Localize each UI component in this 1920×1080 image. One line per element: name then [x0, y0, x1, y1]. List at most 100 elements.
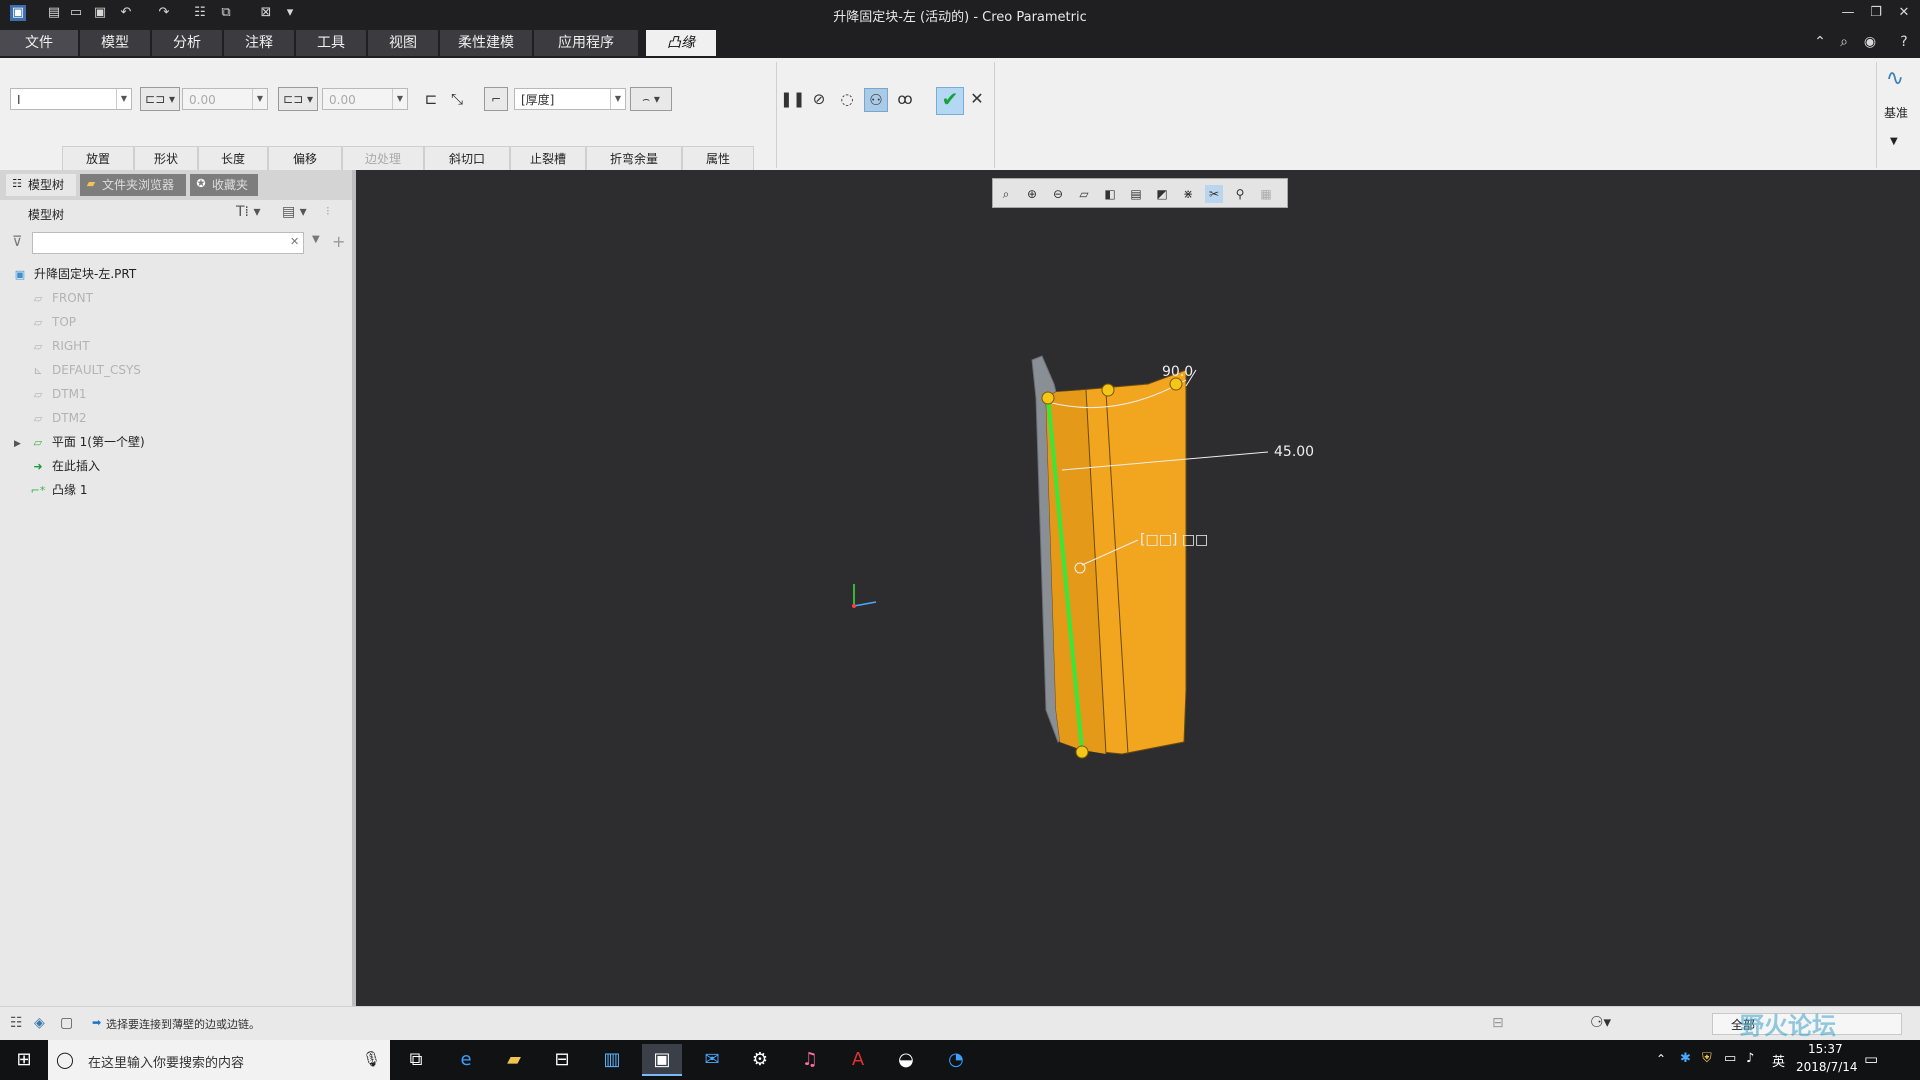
tab-model-tree[interactable]: ☷ 模型树 [6, 174, 76, 196]
repaint-icon[interactable]: ▱ [1075, 185, 1093, 203]
tab-shape[interactable]: 形状 [134, 146, 198, 170]
qq-browser-icon[interactable]: ◔ [936, 1044, 976, 1076]
model-canvas[interactable] [356, 170, 1920, 1006]
creo-icon[interactable]: ▣ [642, 1044, 682, 1076]
verify-icon[interactable]: ⚇ [864, 88, 888, 112]
tab-edge-treatment[interactable]: 边处理 [342, 146, 424, 170]
zoom-in-icon[interactable]: ⊕ [1023, 185, 1041, 203]
find-icon[interactable]: ⚆▾ [1590, 1013, 1611, 1031]
cancel-feature-icon[interactable]: ⊘ [808, 88, 830, 110]
edge-icon[interactable]: e [446, 1044, 486, 1076]
tab-folder-browser[interactable]: ▰ 文件夹浏览器 [80, 174, 186, 196]
settings-icon[interactable]: ▤ ▾ [282, 204, 307, 220]
pause-icon[interactable]: ❚❚ [780, 88, 805, 110]
preview-icon[interactable]: ◌ [836, 88, 858, 110]
tab-flange[interactable]: 凸缘 [646, 30, 716, 56]
tab-file[interactable]: 文件 [0, 30, 78, 56]
help-icon[interactable]: ? [1894, 32, 1914, 52]
tab-miter-cut[interactable]: 斜切口 [424, 146, 510, 170]
chevron-down-icon[interactable]: ▼ [312, 234, 320, 245]
angle-dimension[interactable]: 90.0 [1162, 364, 1193, 380]
datum-display-icon[interactable]: ⋇ [1179, 185, 1197, 203]
tree-search-input[interactable] [32, 232, 304, 254]
tab-placement[interactable]: 放置 [62, 146, 134, 170]
tree-item-planar-wall[interactable]: ▶ ▱ 平面 1(第一个壁) [14, 432, 145, 452]
ime-indicator[interactable]: 英 [1772, 1051, 1785, 1070]
chevron-down-icon[interactable]: ▼ [1890, 136, 1898, 147]
spin-center-icon[interactable]: ✂ [1205, 185, 1223, 203]
task-view-icon[interactable]: ⧉ [396, 1044, 436, 1076]
clear-icon[interactable]: ✕ [290, 235, 299, 248]
search-icon[interactable]: ⌕ [1834, 32, 1854, 52]
media-icon[interactable]: ◒ [886, 1044, 926, 1076]
orient-icon[interactable]: ◧ [1101, 185, 1119, 203]
volume-icon[interactable]: ♪ [1746, 1051, 1754, 1066]
file-explorer-icon[interactable]: ▰ [494, 1044, 534, 1076]
mail-icon[interactable]: ✉ [692, 1044, 732, 1076]
expand-icon[interactable]: ▶ [14, 434, 26, 454]
tab-analysis[interactable]: 分析 [152, 30, 222, 56]
drag-handle[interactable] [1101, 383, 1115, 397]
flip-direction-icon[interactable]: ⤡ [446, 88, 468, 110]
browser-icon[interactable]: ◈ [34, 1015, 45, 1031]
bluetooth-icon[interactable]: ✱ [1680, 1051, 1691, 1066]
display-style-icon[interactable]: ◩ [1153, 185, 1171, 203]
ok-icon[interactable]: ✔ [936, 87, 964, 115]
clock-date[interactable]: 2018/7/14 [1796, 1060, 1858, 1074]
cancel-icon[interactable]: ✕ [966, 88, 988, 110]
tab-length[interactable]: 长度 [198, 146, 268, 170]
tray-expand-icon[interactable]: ⌃ [1656, 1052, 1666, 1066]
appearance-icon[interactable]: ▦ [1257, 185, 1275, 203]
tab-annotate[interactable]: 注释 [224, 30, 294, 56]
drag-handle[interactable] [1075, 745, 1089, 759]
minimize-icon[interactable]: — [1838, 4, 1858, 22]
taskbar-search-box[interactable]: ◯ 在这里输入你要搜索的内容 🎙 [48, 1040, 390, 1080]
restore-icon[interactable]: ❐ [1866, 4, 1886, 22]
store-icon[interactable]: ⊟ [542, 1044, 582, 1076]
length1-field[interactable]: 0.00 ▼ [182, 88, 268, 110]
bend-radius-side-button[interactable]: ⌢ ▾ [630, 87, 672, 111]
length-dimension[interactable]: 45.00 [1274, 444, 1314, 460]
clock-time[interactable]: 15:37 [1808, 1042, 1843, 1056]
acrobat-icon[interactable]: A [838, 1044, 878, 1076]
zoom-out-icon[interactable]: ⊖ [1049, 185, 1067, 203]
microphone-icon[interactable]: 🎙 [362, 1050, 381, 1068]
annotation-display-icon[interactable]: ⚲ [1231, 185, 1249, 203]
refit-icon[interactable]: ⌕ [997, 185, 1015, 203]
tab-properties[interactable]: 属性 [682, 146, 754, 170]
tab-relief[interactable]: 止裂槽 [510, 146, 586, 170]
settings-gear-icon[interactable]: ⚙ [740, 1044, 780, 1076]
length-type-button[interactable]: ⊏⊐ ▾ [140, 87, 180, 111]
network-icon[interactable]: ▭ [1724, 1051, 1736, 1066]
show-icon[interactable]: ⁝ [326, 204, 330, 218]
tree-item-flange[interactable]: ⌐* 凸缘 1 [30, 480, 88, 500]
shield-icon[interactable]: ⛨ [1702, 1051, 1712, 1066]
tree-item-dtm1[interactable]: ▱ DTM1 [30, 384, 87, 404]
tree-item-top[interactable]: ▱ TOP [30, 312, 76, 332]
recycle-icon[interactable]: ▥ [592, 1044, 632, 1076]
notifications-icon[interactable]: ▭ [1864, 1050, 1878, 1068]
close-icon[interactable]: ✕ [1894, 4, 1914, 22]
tab-flexible-modeling[interactable]: 柔性建模 [440, 30, 532, 56]
windows-start-icon[interactable]: ⊞ [4, 1044, 44, 1076]
fullscreen-icon[interactable]: ▢ [60, 1015, 73, 1031]
tab-view[interactable]: 视图 [368, 30, 438, 56]
length2-field[interactable]: 0.00 ▼ [322, 88, 408, 110]
community-icon[interactable]: ◉ [1860, 32, 1880, 52]
tree-item-part[interactable]: ▣ 升降固定块-左.PRT [12, 264, 136, 284]
tab-model[interactable]: 模型 [80, 30, 150, 56]
tab-favorites[interactable]: ✪ 收藏夹 [190, 174, 258, 196]
datum-icon[interactable]: ∿ [1884, 68, 1906, 90]
glasses-icon[interactable]: ꝏ [894, 88, 916, 110]
tree-item-default-csys[interactable]: ⊾ DEFAULT_CSYS [30, 360, 141, 380]
collapse-ribbon-icon[interactable]: ⌃ [1810, 32, 1830, 52]
music-icon[interactable]: ♫ [790, 1044, 830, 1076]
tab-offset[interactable]: 偏移 [268, 146, 342, 170]
tree-item-front[interactable]: ▱ FRONT [30, 288, 93, 308]
tab-bend-allowance[interactable]: 折弯余量 [586, 146, 682, 170]
tab-applications[interactable]: 应用程序 [534, 30, 638, 56]
tree-item-insert-here[interactable]: ➜ 在此插入 [30, 456, 100, 476]
datum-label[interactable]: 基准 [1880, 104, 1912, 121]
bend-toggle-button[interactable]: ⌐ [484, 87, 508, 111]
navigator-icon[interactable]: ☷ [10, 1015, 23, 1031]
